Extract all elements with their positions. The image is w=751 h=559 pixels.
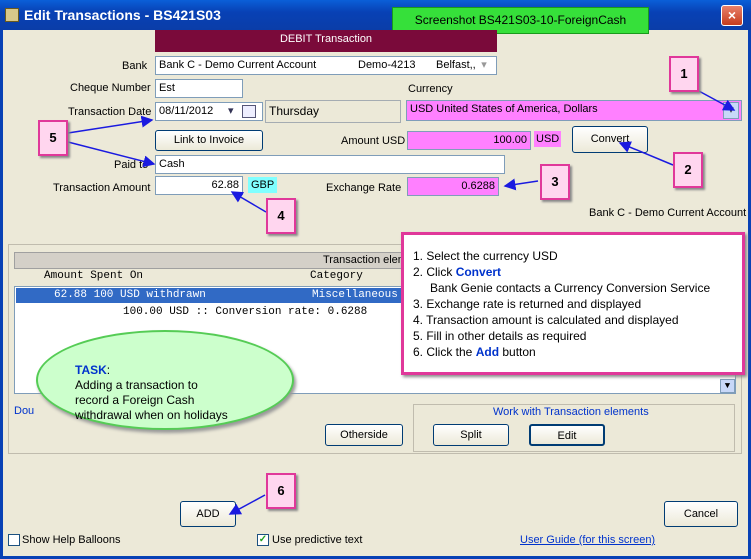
callout-5: 5 <box>38 120 68 156</box>
callout-arrows <box>67 89 736 515</box>
callout-4: 4 <box>266 198 296 234</box>
callout-2: 2 <box>673 152 703 188</box>
callout-6: 6 <box>266 473 296 509</box>
callout-3: 3 <box>540 164 570 200</box>
callout-1: 1 <box>669 56 699 92</box>
